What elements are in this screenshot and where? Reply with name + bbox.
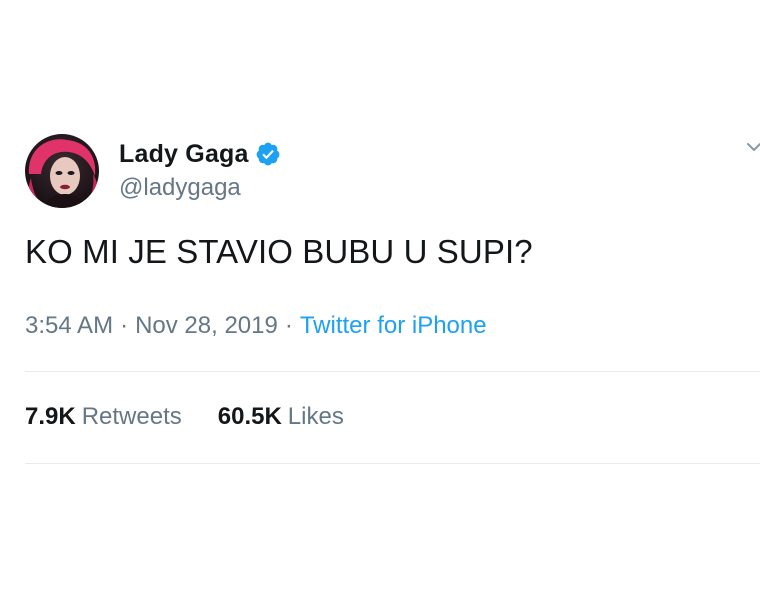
tweet-card: Lady Gaga @ladygaga KO MI JE STAVIO BUBU…	[0, 0, 760, 602]
tweet-text: KO MI JE STAVIO BUBU U SUPI?	[25, 233, 533, 270]
user-handle[interactable]: @ladygaga	[119, 174, 281, 202]
tweet-header: Lady Gaga @ladygaga	[25, 134, 281, 208]
user-info: Lady Gaga @ladygaga	[119, 136, 281, 202]
avatar-image	[25, 134, 99, 208]
tweet-source-link[interactable]: Twitter for iPhone	[300, 312, 487, 339]
likes-label: Likes	[287, 403, 344, 430]
meta-separator: ·	[120, 312, 129, 339]
meta-separator: ·	[284, 312, 293, 339]
retweets-count: 7.9K	[25, 403, 76, 430]
name-row: Lady Gaga	[119, 136, 281, 172]
avatar[interactable]	[25, 134, 99, 208]
tweet-meta: 3:54 AM · Nov 28, 2019 · Twitter for iPhone	[25, 312, 487, 340]
divider	[25, 371, 760, 372]
tweet-date[interactable]: Nov 28, 2019	[135, 312, 278, 339]
likes-stat[interactable]: 60.5K Likes	[218, 403, 344, 431]
retweets-stat[interactable]: 7.9K Retweets	[25, 403, 182, 431]
chevron-down-icon[interactable]	[747, 140, 760, 154]
divider	[25, 463, 760, 464]
display-name[interactable]: Lady Gaga	[119, 140, 249, 169]
tweet-stats: 7.9K Retweets 60.5K Likes	[25, 403, 380, 431]
verified-badge-icon	[255, 141, 281, 167]
likes-count: 60.5K	[217, 403, 282, 430]
tweet-time[interactable]: 3:54 AM	[25, 312, 113, 339]
retweets-label: Retweets	[81, 403, 182, 430]
